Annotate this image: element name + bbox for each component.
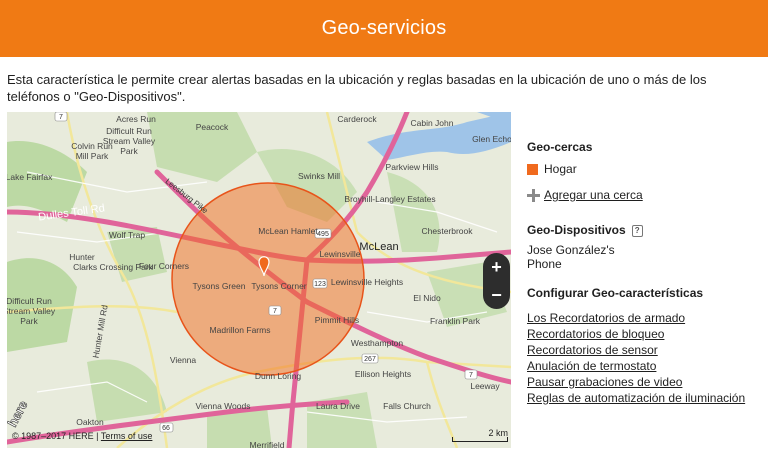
zoom-control: + − (483, 253, 510, 309)
map-copyright: © 1987–2017 HERE | Terms of use (12, 431, 152, 441)
lock-reminders-link[interactable]: Recordatorios de bloqueo (527, 326, 763, 342)
map-label: Tysons Green (193, 281, 246, 291)
map-label: Cabin John (410, 118, 453, 128)
map-label: Wolf Trap (109, 230, 145, 240)
map-label: Dunn Loring (255, 371, 302, 381)
map-label: Lake Fairfax (7, 172, 53, 182)
map-label: Westhampton (351, 338, 404, 348)
map-label: Carderock (337, 114, 377, 124)
route-badge-label: 495 (317, 231, 329, 238)
map-label: Difficult Run (106, 126, 152, 136)
sidebar: Geo-cercas Hogar Agregar una cerca Geo-D… (527, 140, 763, 406)
help-icon[interactable]: ? (631, 225, 643, 237)
map-scale: 2 km (452, 428, 508, 442)
map-label: Swinks Mill (298, 171, 340, 181)
config-links: Los Recordatorios de armado Recordatorio… (527, 310, 763, 406)
devices-heading: Geo-Dispositivos? (527, 223, 763, 237)
map[interactable]: 7 123 7 267 66 495 7 Acres Run Peacock C… (7, 112, 511, 448)
map-label: Leeway (470, 381, 500, 391)
map-label: Acres Run (116, 114, 156, 124)
devices-heading-text: Geo-Dispositivos (527, 223, 626, 237)
map-label: Park (120, 146, 138, 156)
sensor-reminders-link[interactable]: Recordatorios de sensor (527, 342, 763, 358)
map-label: Falls Church (383, 401, 431, 411)
copyright-text: © 1987–2017 HERE | (12, 431, 101, 441)
map-label: Vienna Woods (196, 401, 251, 411)
add-geofence-link[interactable]: Agregar una cerca (544, 188, 643, 202)
map-label: Lewinsville (319, 249, 360, 259)
geofence-color-swatch (527, 163, 538, 175)
map-label: Merrifield (250, 440, 285, 448)
route-badge-label: 123 (314, 281, 326, 288)
device-item[interactable]: Jose González's Phone (527, 243, 637, 271)
pause-video-link[interactable]: Pausar grabaciones de video (527, 374, 763, 390)
route-badge-label: 7 (469, 372, 473, 379)
map-label: Glen Echo (472, 134, 511, 144)
map-label: Peacock (196, 122, 229, 132)
map-label: Franklin Park (430, 316, 481, 326)
plus-icon[interactable] (527, 188, 540, 202)
zoom-out-button[interactable]: − (483, 286, 510, 304)
route-badge-label: 7 (273, 308, 277, 315)
config-heading: Configurar Geo-características (527, 286, 704, 300)
map-label: Lewinsville Heights (331, 277, 403, 287)
arming-reminders-link[interactable]: Los Recordatorios de armado (527, 310, 763, 326)
map-label: Stream Valley (7, 306, 56, 316)
map-label: Oakton (76, 417, 104, 427)
geofences-heading: Geo-cercas (527, 140, 593, 154)
map-label: Chesterbrook (421, 226, 473, 236)
geofence-label[interactable]: Hogar (544, 162, 577, 176)
scale-bar (452, 437, 508, 442)
page-title: Geo-servicios (321, 17, 447, 39)
map-label: Four Corners (139, 261, 189, 271)
map-label: Colvin Run (71, 141, 113, 151)
map-label: Hunter (69, 252, 95, 262)
lighting-rules-link[interactable]: Reglas de automatización de iluminación (527, 390, 763, 406)
route-badge-label: 66 (162, 425, 170, 432)
map-label: El Nido (413, 293, 441, 303)
map-canvas[interactable]: 7 123 7 267 66 495 7 Acres Run Peacock C… (7, 112, 511, 448)
intro-text: Esta característica le permite crear ale… (7, 72, 707, 104)
map-label: Broyhill-Langley Estates (344, 194, 435, 204)
geofence-item[interactable]: Hogar (527, 162, 763, 176)
map-label: McLean Hamlet (258, 226, 318, 236)
terms-of-use-link[interactable]: Terms of use (101, 431, 153, 441)
map-label: Mill Park (76, 151, 109, 161)
thermostat-override-link[interactable]: Anulación de termostato (527, 358, 763, 374)
add-geofence-row[interactable]: Agregar una cerca (527, 188, 763, 202)
map-label: Ellison Heights (355, 369, 411, 379)
map-label: Laura Drive (316, 401, 360, 411)
map-label: Pimmit Hills (315, 315, 359, 325)
route-badge-label: 7 (59, 114, 63, 121)
map-label: McLean (359, 241, 398, 253)
map-label: Difficult Run (7, 296, 52, 306)
map-label: Vienna (170, 355, 197, 365)
map-label: Madrillon Farms (210, 325, 271, 335)
map-label: Tysons Corner (251, 281, 306, 291)
zoom-in-button[interactable]: + (483, 258, 510, 276)
route-badge-label: 267 (364, 356, 376, 363)
map-label: Park (20, 316, 38, 326)
map-label: Parkview Hills (386, 162, 439, 172)
page-header: Geo-servicios (0, 0, 768, 57)
